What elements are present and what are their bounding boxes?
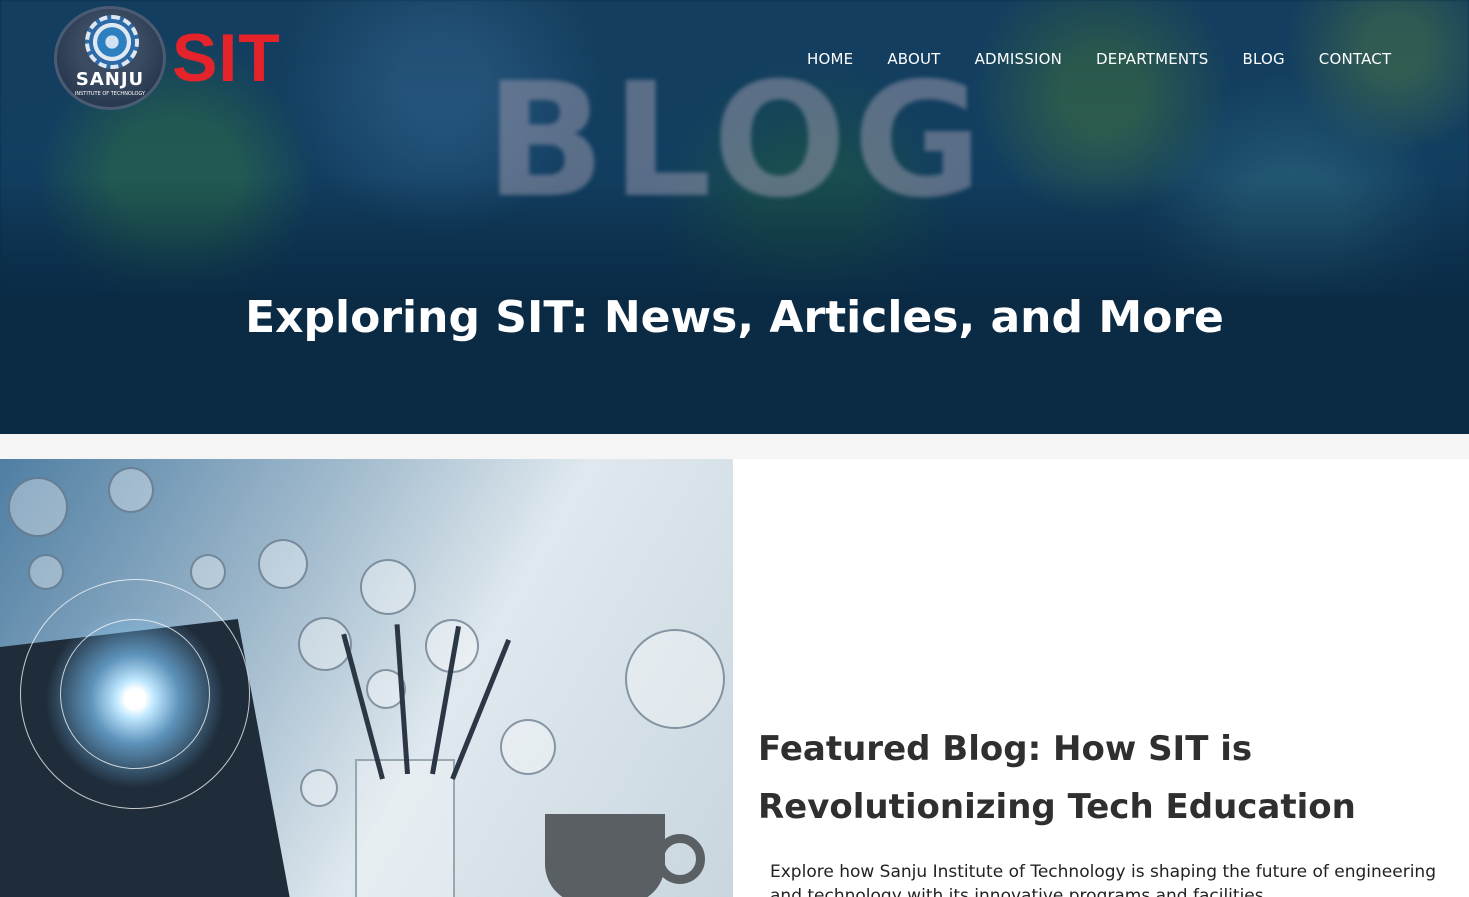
- coffee-cup-illustration: [545, 814, 665, 897]
- logo-subtitle: INSTITUTE OF TECHNOLOGY: [74, 91, 146, 97]
- nav-admission[interactable]: ADMISSION: [975, 50, 1062, 68]
- featured-blog-image[interactable]: [0, 459, 733, 897]
- nav-home[interactable]: HOME: [807, 50, 853, 68]
- monitor-icon: [360, 559, 416, 615]
- nav-about[interactable]: ABOUT: [887, 50, 940, 68]
- coffee-cup-handle: [655, 834, 705, 884]
- main-nav: HOME ABOUT ADMISSION DEPARTMENTS BLOG CO…: [790, 50, 1408, 68]
- logo-text: SIT: [172, 20, 281, 96]
- featured-blog-title[interactable]: Featured Blog: How SIT is Revolutionizin…: [758, 720, 1448, 836]
- featured-blog-excerpt: Explore how Sanju Institute of Technolog…: [770, 862, 1436, 897]
- nav-departments[interactable]: DEPARTMENTS: [1096, 50, 1208, 68]
- logo-emblem: SANJU INSTITUTE OF TECHNOLOGY: [54, 6, 166, 110]
- phone-icon: [500, 719, 556, 775]
- gear-icon: [85, 15, 139, 69]
- pencil-holder-illustration: [355, 759, 455, 897]
- shield-icon: [28, 554, 64, 590]
- lock-icon: [190, 554, 226, 590]
- gear-icon: [8, 477, 68, 537]
- shield-icon: [108, 467, 154, 513]
- hero-background-word: BLOG: [485, 49, 989, 233]
- nav-contact[interactable]: CONTACT: [1319, 50, 1392, 68]
- section-divider: [0, 434, 1469, 459]
- document-icon: [258, 539, 308, 589]
- logo-name: SANJU: [75, 69, 145, 90]
- site-logo[interactable]: SANJU INSTITUTE OF TECHNOLOGY SIT: [54, 6, 281, 110]
- nav-blog[interactable]: BLOG: [1242, 50, 1284, 68]
- chart-icon: [625, 629, 725, 729]
- featured-blog-content: Featured Blog: How SIT is Revolutionizin…: [758, 720, 1448, 897]
- shield-icon: [300, 769, 338, 807]
- hero-title: Exploring SIT: News, Articles, and More: [245, 292, 1224, 343]
- ring-decoration: [60, 619, 210, 769]
